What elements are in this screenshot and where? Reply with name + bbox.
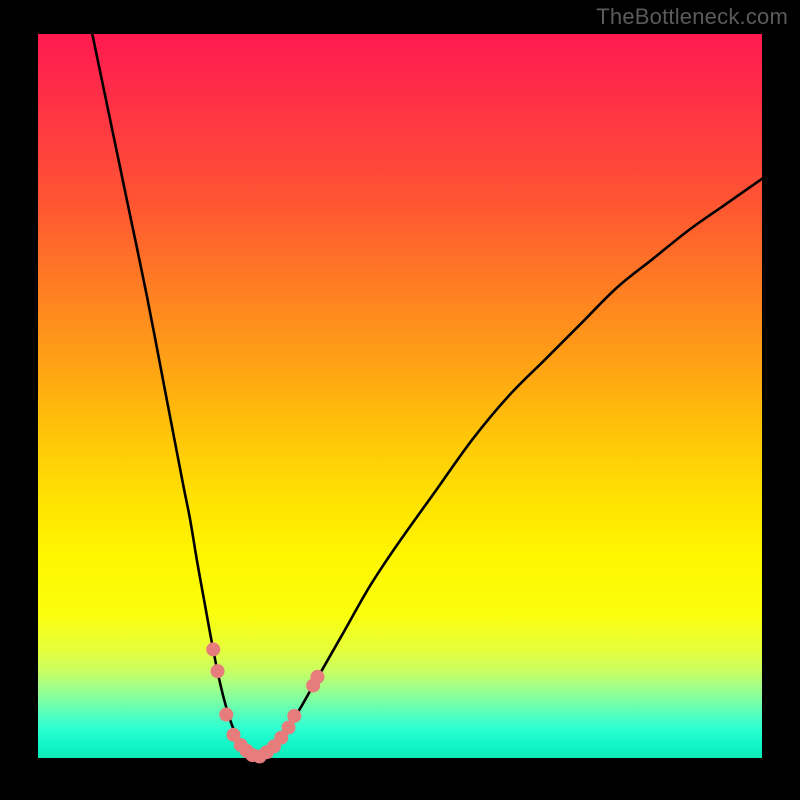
marker-point [206,642,220,656]
curve-left-branch [92,34,255,758]
marker-point [211,664,225,678]
marker-point [219,708,233,722]
plot-area [38,34,762,758]
chart-frame: TheBottleneck.com [0,0,800,800]
curve-right-branch [255,179,762,758]
marker-point [310,670,324,684]
watermark-text: TheBottleneck.com [596,4,788,30]
marker-point [287,709,301,723]
chart-svg [38,34,762,758]
curve-layer [92,34,762,758]
